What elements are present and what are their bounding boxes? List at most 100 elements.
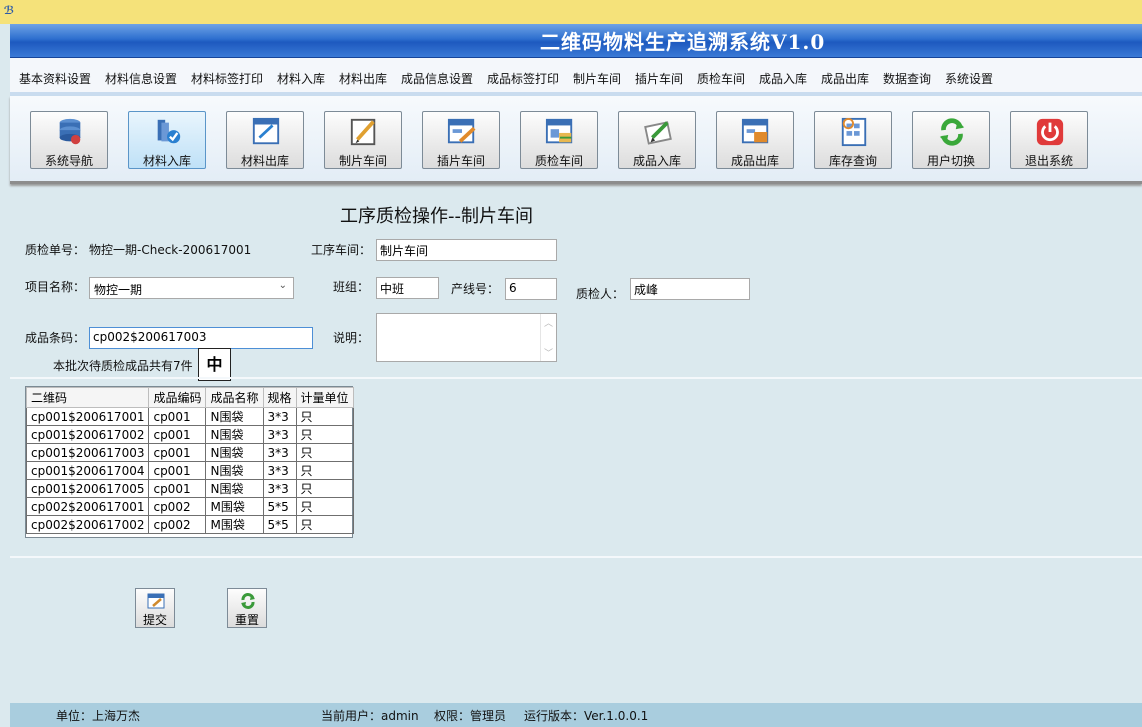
toolbar-button[interactable]: 成品出库	[716, 111, 794, 169]
grid-column-header[interactable]: 二维码	[25, 387, 150, 408]
table-cell: cp001$200617002	[25, 425, 150, 444]
check-no-value: 物控一期-Check-200617001	[89, 243, 252, 257]
menu-item[interactable]: 材料出库	[339, 70, 387, 87]
table-row[interactable]: cp002$200617002 cp002 M围袋 5*5 只	[25, 515, 354, 534]
note-textarea[interactable]: ︿ ﹀	[376, 313, 557, 362]
toolbar-button[interactable]: 质检车间	[520, 111, 598, 169]
table-cell: cp001	[148, 425, 207, 444]
toolbar-button-label: 库存查询	[828, 154, 877, 168]
table-cell: M围袋	[205, 497, 264, 516]
menu-item[interactable]: 成品出库	[821, 70, 869, 87]
line-field[interactable]: 6	[505, 278, 557, 300]
toolbar-button[interactable]: 材料入库	[128, 111, 206, 169]
table-cell: cp001	[148, 479, 207, 498]
table-cell: 只	[295, 497, 354, 516]
menu-item[interactable]: 材料标签打印	[191, 70, 263, 87]
material-out-icon	[252, 117, 280, 145]
grid-header: 二维码 成品编码 成品名称 规格 计量单位	[25, 387, 354, 408]
table-row[interactable]: cp002$200617001 cp002 M围袋 5*5 只	[25, 497, 354, 516]
product-grid[interactable]: 二维码 成品编码 成品名称 规格 计量单位 cp001$200617001 cp001 N围…	[25, 386, 354, 538]
table-cell: 只	[295, 443, 354, 462]
workshop-field[interactable]: 制片车间	[376, 239, 557, 261]
project-label: 项目名称：	[25, 280, 86, 294]
grid-column-header[interactable]: 规格	[262, 387, 297, 408]
table-cell: 3*3	[262, 443, 297, 462]
inspector-field[interactable]: 成峰	[630, 278, 750, 300]
table-cell: cp001	[148, 443, 207, 462]
table-row[interactable]: cp001$200617003 cp001 N围袋 3*3 只	[25, 443, 354, 462]
table-cell: N围袋	[205, 407, 264, 426]
toolbar-button[interactable]: 成品入库	[618, 111, 696, 169]
grid-column-header[interactable]: 成品编码	[148, 387, 207, 408]
table-row[interactable]: cp001$200617004 cp001 N围袋 3*3 只	[25, 461, 354, 480]
page-title: 工序质检操作--制片车间	[340, 206, 533, 227]
menu-item[interactable]: 成品信息设置	[401, 70, 473, 87]
toolbar-button-label: 退出系统	[1024, 154, 1073, 168]
menu-item[interactable]: 材料入库	[277, 70, 325, 87]
reset-label: 重置	[234, 613, 259, 627]
grid-column-header[interactable]: 计量单位	[295, 387, 354, 408]
toolbar-button-label: 用户切换	[926, 154, 975, 168]
table-cell: 3*3	[262, 407, 297, 426]
table-row[interactable]: cp001$200617002 cp001 N围袋 3*3 只	[25, 425, 354, 444]
toolbar-button[interactable]: 退出系统	[1010, 111, 1088, 169]
scroll-down-icon[interactable]: ﹀	[544, 346, 553, 359]
menu-item[interactable]: 材料信息设置	[105, 70, 177, 87]
insert-doc-icon	[447, 118, 476, 144]
table-cell: N围袋	[205, 425, 264, 444]
reset-icon	[241, 592, 255, 610]
menu-item[interactable]: 基本资料设置	[19, 70, 91, 87]
inspection-icon	[545, 118, 573, 144]
team-field[interactable]: 中班	[376, 277, 439, 299]
product-out-icon	[741, 118, 769, 144]
table-cell: cp001$200617003	[25, 443, 150, 462]
menu-item[interactable]: 成品入库	[759, 70, 807, 87]
system-bar: ℬ	[0, 0, 1142, 24]
table-cell: N围袋	[205, 461, 264, 480]
material-in-icon	[157, 119, 181, 144]
pending-count-text: 本批次待质检成品共有7件	[53, 359, 193, 373]
table-cell: cp001	[148, 407, 207, 426]
table-row[interactable]: cp001$200617001 cp001 N围袋 3*3 只	[25, 407, 354, 426]
menu-item[interactable]: 系统设置	[945, 70, 993, 87]
divider	[10, 556, 1142, 558]
refresh-icon	[939, 118, 965, 146]
toolbar-button[interactable]: 插片车间	[422, 111, 500, 169]
table-cell: 只	[295, 425, 354, 444]
toolbar-button[interactable]: 库存查询	[814, 111, 892, 169]
toolbar-button-label: 成品入库	[632, 154, 681, 168]
menu-item[interactable]: 质检车间	[697, 70, 745, 87]
menu-item[interactable]: 插片车间	[635, 70, 683, 87]
table-cell: cp002$200617002	[25, 515, 150, 534]
inventory-query-icon	[841, 117, 867, 147]
toolbar-button[interactable]: 系统导航	[30, 111, 108, 169]
toolbar-button[interactable]: 用户切换	[912, 111, 990, 169]
toolbar-button-label: 成品出库	[730, 154, 779, 168]
edit-doc-icon	[350, 118, 376, 146]
grid-column-header[interactable]: 成品名称	[205, 387, 264, 408]
menu-item[interactable]: 数据查询	[883, 70, 931, 87]
project-select[interactable]: 物控一期 ⌄	[89, 277, 294, 299]
reset-button[interactable]: 重置	[227, 588, 267, 628]
status-version: 运行版本：Ver.1.0.0.1	[524, 709, 649, 723]
submit-icon	[147, 593, 165, 609]
note-scrollbar[interactable]: ︿ ﹀	[540, 314, 556, 361]
table-cell: cp002	[148, 497, 207, 516]
menu-item[interactable]: 成品标签打印	[487, 70, 559, 87]
table-cell: N围袋	[205, 479, 264, 498]
table-cell: 5*5	[262, 515, 297, 534]
table-cell: 只	[295, 515, 354, 534]
barcode-input[interactable]: cp002$200617003	[89, 327, 313, 349]
submit-button[interactable]: 提交	[135, 588, 175, 628]
status-user: 当前用户：admin	[321, 709, 419, 723]
menu-item[interactable]: 制片车间	[573, 70, 621, 87]
inspector-label: 质检人：	[576, 287, 625, 301]
scroll-up-icon[interactable]: ︿	[544, 316, 553, 329]
table-cell: 3*3	[262, 425, 297, 444]
table-row[interactable]: cp001$200617005 cp001 N围袋 3*3 只	[25, 479, 354, 498]
table-cell: cp001$200617004	[25, 461, 150, 480]
toolbar-button[interactable]: 材料出库	[226, 111, 304, 169]
table-cell: cp001$200617005	[25, 479, 150, 498]
toolbar: 系统导航 材料入库 材料出库 制片车间 插片车间 质检车间 成品入库 成品出库 库存查询 用户切换…	[10, 96, 1142, 184]
toolbar-button[interactable]: 制片车间	[324, 111, 402, 169]
